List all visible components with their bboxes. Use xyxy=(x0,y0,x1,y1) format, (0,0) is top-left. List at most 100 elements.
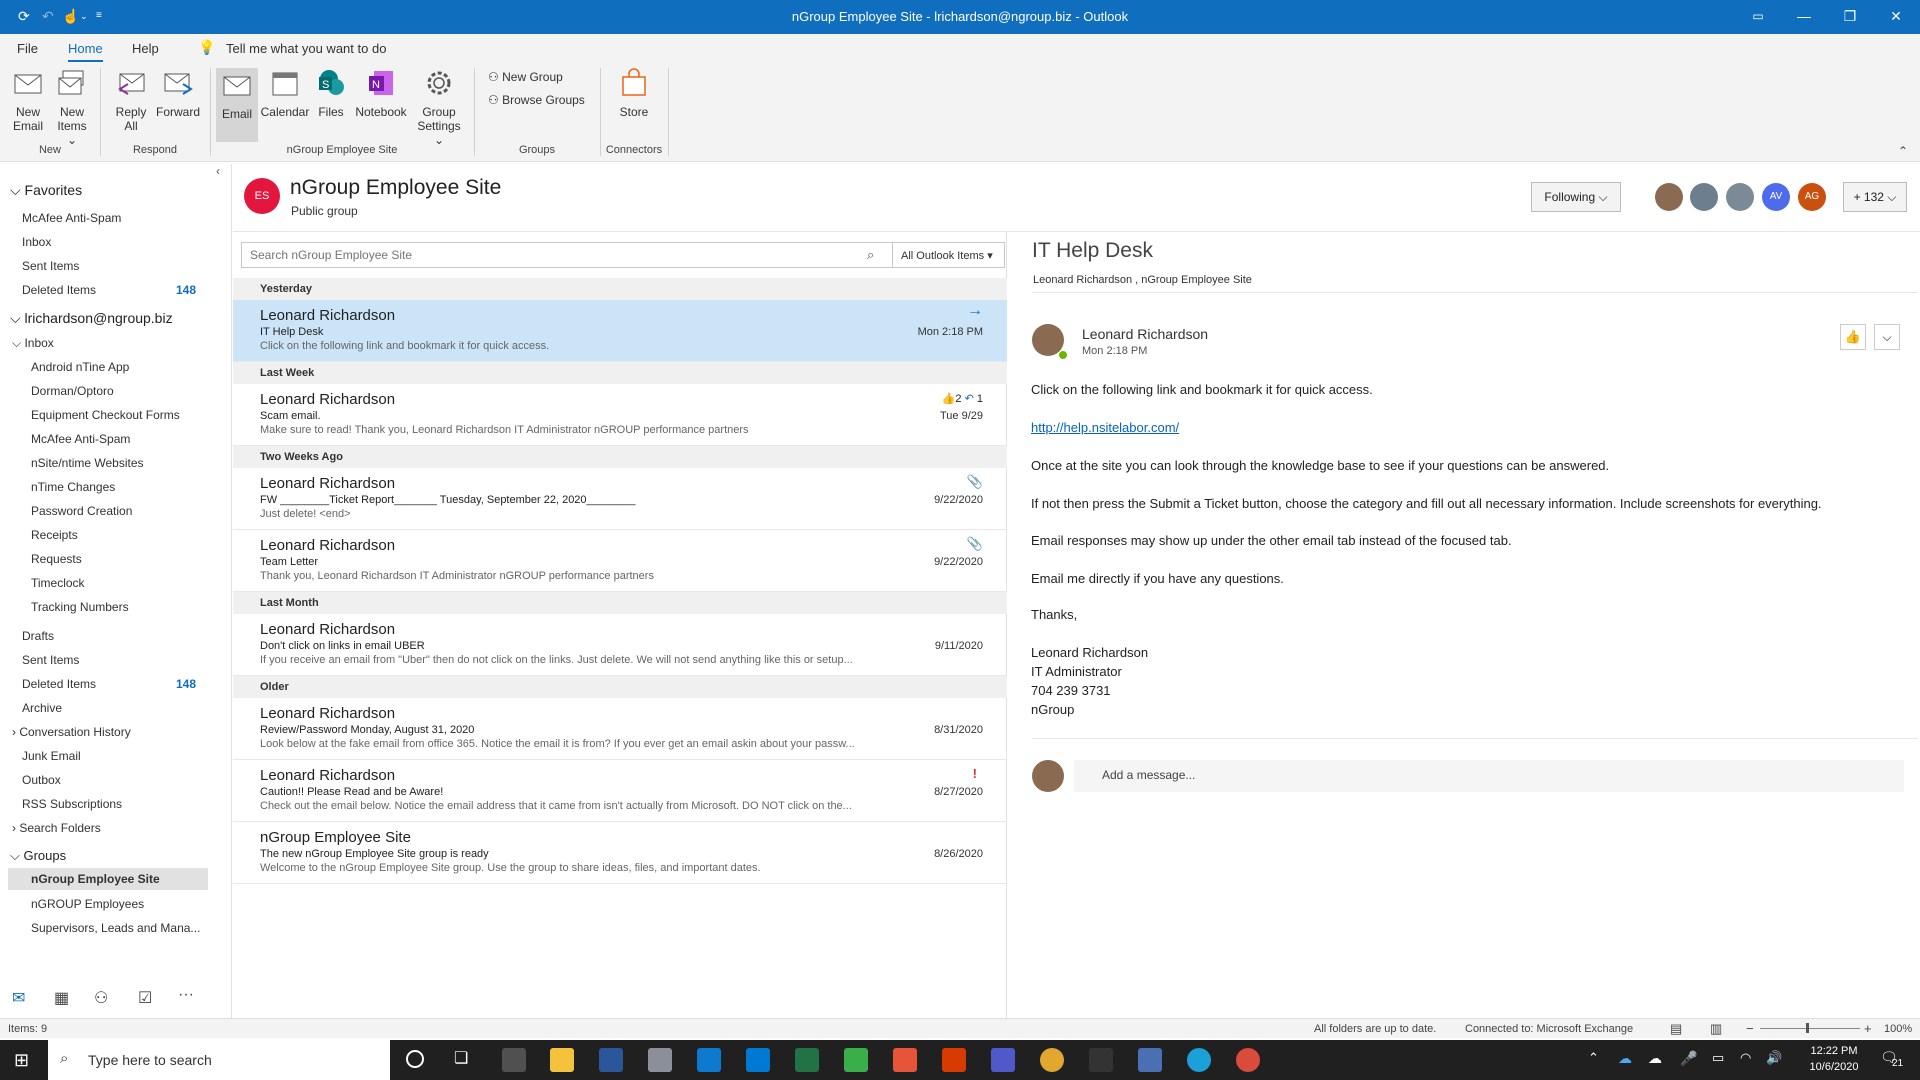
message-row[interactable]: Leonard Richardson Scam email. Make sure… xyxy=(233,384,1007,446)
calendar-button[interactable]: Calendar xyxy=(260,68,310,119)
store-button[interactable]: Store xyxy=(612,68,656,119)
chrome-icon[interactable] xyxy=(1040,1048,1064,1072)
app-icon[interactable] xyxy=(502,1048,526,1072)
new-email-button[interactable]: New Email xyxy=(12,68,44,133)
inbox-folder[interactable]: ⌵ Inbox xyxy=(12,336,54,351)
close-button[interactable]: ✕ xyxy=(1873,0,1919,34)
group-item[interactable]: nGROUP Employees xyxy=(31,897,144,911)
chevron-down-icon[interactable]: ⌵ xyxy=(1874,324,1900,350)
taskbar-search-box[interactable]: ⌕ Type here to search xyxy=(48,1040,390,1080)
battery-icon[interactable]: ▭ xyxy=(1712,1050,1724,1066)
app-icon[interactable] xyxy=(844,1048,868,1072)
edge-icon[interactable] xyxy=(1187,1048,1211,1072)
zoom-in-icon[interactable]: + xyxy=(1864,1021,1872,1036)
group-settings-button[interactable]: Group Settings ⌄ xyxy=(412,68,466,147)
following-button[interactable]: Following ⌵ xyxy=(1531,182,1621,212)
word-icon[interactable] xyxy=(599,1048,623,1072)
reply-message-input[interactable]: Add a message... xyxy=(1074,760,1904,792)
folder-item[interactable]: › Search Folders xyxy=(12,821,192,835)
inbox-subfolder[interactable]: Equipment Checkout Forms xyxy=(31,408,180,422)
inbox-subfolder[interactable]: Requests xyxy=(31,552,82,566)
inbox-subfolder[interactable]: Password Creation xyxy=(31,504,132,518)
group-item-selected[interactable]: nGroup Employee Site xyxy=(8,868,208,890)
inbox-subfolder[interactable]: Timeclock xyxy=(31,576,85,590)
minimize-button[interactable]: — xyxy=(1781,0,1827,34)
normal-view-icon[interactable]: ▤ xyxy=(1670,1021,1682,1037)
folder-item[interactable]: Deleted Items 148 xyxy=(22,677,202,691)
message-row[interactable]: Leonard Richardson Don't click on links … xyxy=(233,614,1007,676)
zoom-slider-thumb[interactable] xyxy=(1806,1023,1809,1033)
tell-me-search[interactable]: Tell me what you want to do xyxy=(226,41,386,56)
tasks-nav-icon[interactable]: ☑ xyxy=(138,988,152,1008)
member-avatar-ag[interactable]: AG xyxy=(1798,183,1826,211)
tab-file[interactable]: File xyxy=(17,41,38,56)
message-row-selected[interactable]: Leonard Richardson IT Help Desk Click on… xyxy=(233,300,1007,362)
fav-item[interactable]: McAfee Anti-Spam xyxy=(22,211,202,225)
mail-icon[interactable]: ✉ xyxy=(12,988,25,1008)
folder-item[interactable]: Drafts xyxy=(22,629,202,643)
teams-icon[interactable] xyxy=(991,1048,1015,1072)
message-row[interactable]: Leonard Richardson Caution!! Please Read… xyxy=(233,760,1007,822)
files-button[interactable]: S Files xyxy=(314,68,348,119)
microphone-icon[interactable]: 🎤 xyxy=(1680,1050,1697,1067)
terminal-icon[interactable] xyxy=(1089,1048,1113,1072)
show-hidden-icons-icon[interactable]: ⌃ xyxy=(1588,1050,1599,1066)
inbox-subfolder[interactable]: nSite/ntime Websites xyxy=(31,456,144,470)
like-icon[interactable]: 👍 xyxy=(1840,324,1866,350)
member-avatar[interactable] xyxy=(1690,183,1718,211)
onedrive-icon[interactable]: ☁ xyxy=(1618,1050,1632,1067)
groups-header[interactable]: ⌵ Groups xyxy=(10,848,66,864)
inbox-subfolder[interactable]: Dorman/Optoro xyxy=(31,384,114,398)
inbox-subfolder[interactable]: Receipts xyxy=(31,528,78,542)
folder-item[interactable]: Sent Items xyxy=(22,653,202,667)
clock-time[interactable]: 12:22 PM xyxy=(1804,1045,1864,1057)
restore-button[interactable]: ❐ xyxy=(1827,0,1873,34)
ribbon-display-icon[interactable]: ▭ xyxy=(1735,0,1781,34)
tab-home[interactable]: Home xyxy=(68,41,103,62)
more-members-button[interactable]: + 132 ⌵ xyxy=(1843,182,1907,212)
new-group-button[interactable]: ⚇ New Group xyxy=(488,70,563,84)
clock-date[interactable]: 10/6/2020 xyxy=(1804,1061,1864,1073)
people-nav-icon[interactable]: ⚇ xyxy=(94,988,108,1008)
reading-view-icon[interactable]: ▥ xyxy=(1710,1021,1722,1037)
volume-icon[interactable]: 🔊 xyxy=(1766,1050,1782,1066)
folder-item[interactable]: Outbox xyxy=(22,773,202,787)
account-header[interactable]: ⌵ lrichardson@ngroup.biz xyxy=(10,310,173,327)
more-apps-icon[interactable]: ··· xyxy=(178,986,194,1004)
new-items-button[interactable]: New Items ⌄ xyxy=(54,68,90,147)
message-row[interactable]: Leonard Richardson Team Letter Thank you… xyxy=(233,530,1007,592)
zoom-slider[interactable] xyxy=(1760,1028,1860,1029)
calendar-nav-icon[interactable]: ▦ xyxy=(54,988,69,1008)
search-scope-dropdown[interactable]: All Outlook Items ▾ xyxy=(892,243,1004,267)
fav-item[interactable]: Deleted Items 148 xyxy=(22,283,202,297)
member-avatar[interactable] xyxy=(1726,183,1754,211)
message-row[interactable]: Leonard Richardson FW ________Ticket Rep… xyxy=(233,468,1007,530)
favorites-header[interactable]: ⌵ Favorites xyxy=(10,182,82,199)
folder-item[interactable]: Junk Email xyxy=(22,749,202,763)
office-icon[interactable] xyxy=(942,1048,966,1072)
app-icon[interactable] xyxy=(697,1048,721,1072)
excel-icon[interactable] xyxy=(795,1048,819,1072)
app-icon[interactable] xyxy=(893,1048,917,1072)
app-icon[interactable] xyxy=(648,1048,672,1072)
outlook-icon[interactable] xyxy=(746,1048,770,1072)
search-input[interactable] xyxy=(242,243,852,267)
forward-button[interactable]: Forward xyxy=(154,68,202,119)
file-explorer-icon[interactable] xyxy=(550,1048,574,1072)
cloud-icon[interactable]: ☁ xyxy=(1648,1050,1662,1067)
notebook-button[interactable]: N Notebook xyxy=(352,68,410,119)
inbox-subfolder[interactable]: Tracking Numbers xyxy=(31,600,129,614)
folder-item[interactable]: › Conversation History xyxy=(12,725,192,739)
collapse-pane-icon[interactable]: ‹ xyxy=(216,164,220,178)
inbox-subfolder[interactable]: McAfee Anti-Spam xyxy=(31,432,130,446)
browse-groups-button[interactable]: ⚇ Browse Groups xyxy=(488,93,585,107)
tab-help[interactable]: Help xyxy=(132,41,159,56)
email-button[interactable]: Email xyxy=(216,68,258,142)
message-row[interactable]: Leonard Richardson Review/Password Monda… xyxy=(233,698,1007,760)
chrome-profile-icon[interactable] xyxy=(1236,1048,1260,1072)
inbox-subfolder[interactable]: nTime Changes xyxy=(31,480,115,494)
zoom-out-icon[interactable]: − xyxy=(1746,1021,1754,1036)
app-icon[interactable] xyxy=(1138,1048,1162,1072)
member-avatar-av[interactable]: AV xyxy=(1762,183,1790,211)
message-row[interactable]: nGroup Employee Site The new nGroup Empl… xyxy=(233,822,1007,884)
